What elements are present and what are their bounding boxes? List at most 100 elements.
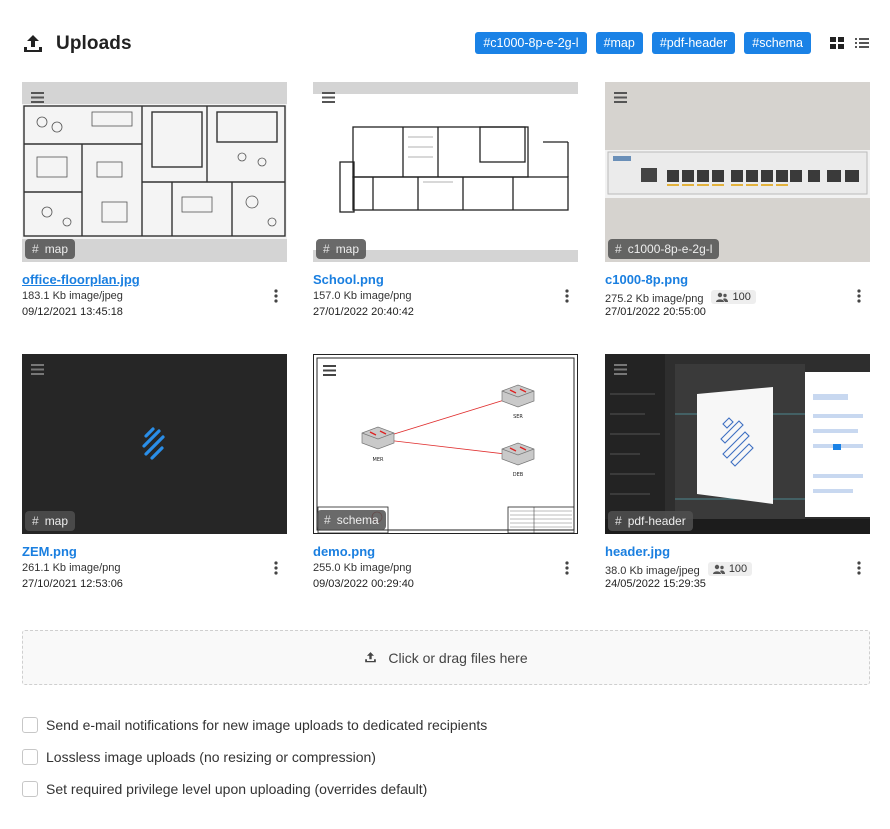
file-name-link[interactable]: School.png (313, 272, 384, 287)
file-meta: 157.0 Kb image/png (313, 290, 411, 302)
file-type: image/jpeg (645, 565, 700, 577)
tag-filter-schema[interactable]: #schema (744, 32, 811, 54)
kebab-icon[interactable] (273, 289, 279, 303)
image-card: MER SER DEB # schema demo.png 255.0 Kb i… (313, 354, 578, 590)
users-count: 100 (732, 291, 751, 303)
users-count: 100 (728, 563, 748, 575)
file-name-link[interactable]: header.jpg (605, 544, 670, 559)
file-date: 27/01/2022 20:55:00 (605, 306, 706, 318)
router-label: DEB (513, 472, 524, 478)
tag-chip: # map (25, 239, 76, 259)
file-date: 24/05/2022 15:29:35 (605, 578, 706, 590)
users-icon (712, 564, 725, 574)
file-name-link[interactable]: c1000-8p.png (605, 272, 688, 287)
image-thumbnail[interactable]: MER SER DEB # schema (313, 354, 578, 534)
file-meta: 38.0 Kb image/jpeg 100 (605, 562, 753, 577)
file-name-link[interactable]: office-floorplan.jpg (22, 272, 140, 287)
hamburger-icon[interactable] (614, 92, 627, 103)
users-badge: 100 (707, 562, 753, 576)
upload-icon (24, 35, 42, 52)
kebab-icon[interactable] (856, 289, 862, 303)
tag-chip-label: schema (336, 513, 379, 527)
file-size: 275.2 Kb (605, 293, 650, 305)
floorplan-image (22, 104, 287, 239)
file-meta: 255.0 Kb image/png (313, 562, 411, 574)
file-date: 27/10/2021 12:53:06 (22, 578, 123, 590)
hamburger-icon[interactable] (31, 364, 44, 375)
file-size: 183.1 Kb (22, 290, 67, 302)
kebab-icon[interactable] (856, 561, 862, 575)
image-card: # map School.png 157.0 Kb image/png 27/01… (313, 82, 578, 318)
file-size: 157.0 Kb (313, 290, 358, 302)
router-mer: MER (361, 426, 395, 463)
kebab-icon[interactable] (564, 561, 570, 575)
hamburger-icon[interactable] (323, 365, 336, 376)
list-view-icon[interactable] (854, 35, 870, 51)
page-title: Uploads (56, 33, 132, 54)
file-type: image/png (360, 290, 412, 302)
tag-filter-pdf-header[interactable]: #pdf-header (651, 32, 736, 54)
file-date: 09/12/2021 13:45:18 (22, 306, 123, 318)
option-label: Set required privilege level upon upload… (46, 781, 428, 797)
image-card: # map office-floorplan.jpg 183.1 Kb image… (22, 82, 287, 318)
email-notifications-checkbox[interactable] (22, 717, 38, 733)
tag-chip: # schema (317, 510, 386, 530)
file-type: image/png (69, 562, 121, 574)
file-meta: 261.1 Kb image/png (22, 562, 120, 574)
image-thumbnail[interactable]: # map (313, 82, 578, 262)
image-thumbnail[interactable]: # c1000-8p-e-2g-l (605, 82, 870, 262)
hamburger-icon[interactable] (31, 92, 44, 103)
users-badge: 100 (711, 290, 756, 304)
kebab-icon[interactable] (273, 561, 279, 575)
hamburger-icon[interactable] (614, 364, 627, 375)
file-size: 255.0 Kb (313, 562, 358, 574)
dropzone-label: Click or drag files here (388, 649, 528, 666)
lossless-uploads-checkbox[interactable] (22, 749, 38, 765)
grid-view-icon[interactable] (829, 35, 845, 51)
file-size: 261.1 Kb (22, 562, 67, 574)
logo-image (142, 427, 165, 460)
router-deb: DEB (501, 442, 535, 478)
tag-chip: # c1000-8p-e-2g-l (608, 239, 720, 259)
router-label: SER (513, 414, 523, 420)
hamburger-icon[interactable] (322, 92, 335, 103)
users-icon (716, 292, 729, 302)
switch-device-image (605, 150, 870, 198)
image-card: # pdf-header header.jpg 38.0 Kb image/jpe… (605, 354, 870, 590)
router-ser: SER (501, 384, 535, 420)
image-thumbnail[interactable]: # pdf-header (605, 354, 870, 534)
option-label: Lossless image uploads (no resizing or c… (46, 749, 376, 765)
file-meta: 275.2 Kb image/png 100 (605, 290, 756, 305)
image-thumbnail[interactable]: # map (22, 354, 287, 534)
school-plan-image (313, 82, 578, 262)
option-label: Send e-mail notifications for new image … (46, 717, 488, 733)
privilege-level-option[interactable]: Set required privilege level upon upload… (22, 781, 427, 797)
file-dropzone[interactable]: Click or drag files here (22, 630, 870, 685)
file-meta: 183.1 Kb image/jpeg (22, 290, 123, 302)
email-notifications-option[interactable]: Send e-mail notifications for new image … (22, 717, 487, 733)
tag-filter-map[interactable]: #map (595, 32, 643, 54)
network-diagram-image: MER SER DEB (316, 357, 575, 533)
tag-chip-label: map (44, 514, 69, 528)
tag-filter-c1000[interactable]: #c1000-8p-e-2g-l (475, 32, 587, 54)
kebab-icon[interactable] (564, 289, 570, 303)
privilege-level-checkbox[interactable] (22, 781, 38, 797)
file-type: image/png (652, 293, 704, 305)
tag-chip-label: pdf-header (627, 514, 686, 528)
file-type: image/jpeg (69, 290, 123, 302)
image-thumbnail[interactable]: # map (22, 82, 287, 262)
tag-chip: # map (25, 511, 76, 531)
image-card: # c1000-8p-e-2g-l c1000-8p.png 275.2 Kb i… (605, 82, 870, 318)
file-name-link[interactable]: ZEM.png (22, 544, 77, 559)
editor-screenshot-image (605, 354, 870, 534)
file-size: 38.0 Kb (605, 565, 643, 577)
tag-chip-label: map (44, 242, 69, 256)
image-card: # map ZEM.png 261.1 Kb image/png 27/10/20… (22, 354, 287, 590)
file-name-link[interactable]: demo.png (313, 544, 375, 559)
tag-filter-bar: #c1000-8p-e-2g-l #map #pdf-header #schem… (475, 32, 870, 54)
lossless-uploads-option[interactable]: Lossless image uploads (no resizing or c… (22, 749, 376, 765)
router-label: MER (373, 457, 384, 463)
tag-chip: # map (316, 239, 367, 259)
tag-chip-label: c1000-8p-e-2g-l (627, 242, 713, 256)
tag-chip-label: map (335, 242, 360, 256)
